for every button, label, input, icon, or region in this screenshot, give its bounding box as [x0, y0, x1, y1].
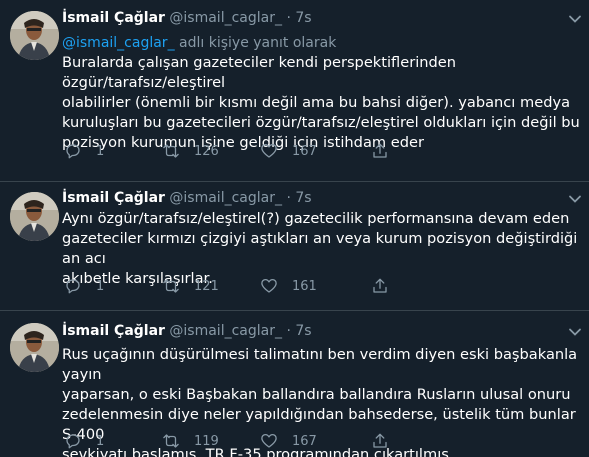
reply-context: @ismail_caglar_ adlı kişiye yanıt olarak [62, 34, 336, 52]
like-button[interactable]: 167 [260, 141, 317, 161]
like-count: 167 [292, 433, 317, 449]
retweet-count: 121 [194, 278, 219, 294]
like-button[interactable]: 167 [260, 431, 317, 451]
author-name[interactable]: İsmail Çağlar [62, 323, 165, 339]
share-button[interactable] [371, 431, 389, 451]
author-handle[interactable]: @ismail_caglar_ [169, 323, 282, 339]
reply-count: 1 [96, 433, 105, 449]
reply-icon [66, 279, 80, 294]
tweet-1[interactable]: İsmail Çağlar @ismail_caglar_ · 7s @isma… [0, 0, 589, 181]
author-handle[interactable]: @ismail_caglar_ [169, 190, 282, 206]
author-handle[interactable]: @ismail_caglar_ [169, 10, 282, 26]
retweet-button[interactable]: 121 [162, 276, 219, 296]
like-icon [261, 143, 277, 158]
retweet-icon [163, 279, 179, 293]
reply-count: 1 [96, 143, 105, 159]
reply-icon [66, 434, 80, 449]
retweet-icon [163, 144, 179, 158]
share-button[interactable] [371, 141, 389, 161]
tweet-header: İsmail Çağlar @ismail_caglar_ · 7s [62, 9, 312, 27]
tweet-header: İsmail Çağlar @ismail_caglar_ · 7s [62, 189, 312, 207]
like-count: 167 [292, 143, 317, 159]
retweet-button[interactable]: 119 [162, 431, 219, 451]
timestamp[interactable]: 7s [295, 10, 311, 26]
author-name[interactable]: İsmail Çağlar [62, 190, 165, 206]
tweet-text: Buralarda çalışan gazeteciler kendi pers… [62, 54, 580, 151]
tweet-actions: 1 126 167 [62, 141, 387, 161]
avatar[interactable] [10, 11, 59, 60]
chevron-down-icon[interactable] [568, 192, 582, 206]
share-icon [373, 143, 387, 158]
share-button[interactable] [371, 276, 389, 296]
timestamp[interactable]: 7s [295, 190, 311, 206]
reply-button[interactable]: 1 [64, 276, 104, 296]
reply-button[interactable]: 1 [64, 431, 104, 451]
timestamp[interactable]: 7s [295, 323, 311, 339]
tweet-header: İsmail Çağlar @ismail_caglar_ · 7s [62, 322, 312, 340]
reply-suffix: adlı kişiye yanıt olarak [174, 35, 337, 51]
separator: · [286, 323, 291, 339]
share-icon [373, 278, 387, 293]
separator: · [286, 190, 291, 206]
avatar[interactable] [10, 192, 59, 241]
retweet-button[interactable]: 126 [162, 141, 219, 161]
chevron-down-icon[interactable] [568, 325, 582, 339]
tweet-2[interactable]: İsmail Çağlar @ismail_caglar_ · 7s Aynı … [0, 182, 589, 310]
like-icon [261, 278, 277, 293]
author-name[interactable]: İsmail Çağlar [62, 10, 165, 26]
retweet-icon [163, 434, 179, 448]
reply-count: 1 [96, 278, 105, 294]
retweet-count: 119 [194, 433, 219, 449]
reply-icon [66, 144, 80, 159]
like-button[interactable]: 161 [260, 276, 317, 296]
share-icon [373, 433, 387, 448]
tweet-actions: 1 121 161 [62, 276, 387, 296]
tweet-3[interactable]: İsmail Çağlar @ismail_caglar_ · 7s Rus u… [0, 311, 589, 457]
retweet-count: 126 [194, 143, 219, 159]
reply-mention[interactable]: @ismail_caglar_ [62, 35, 175, 51]
reply-button[interactable]: 1 [64, 141, 104, 161]
like-count: 161 [292, 278, 317, 294]
separator: · [286, 10, 291, 26]
chevron-down-icon[interactable] [568, 12, 582, 26]
like-icon [261, 433, 277, 448]
avatar[interactable] [10, 323, 59, 372]
tweet-actions: 1 119 167 [62, 431, 387, 451]
